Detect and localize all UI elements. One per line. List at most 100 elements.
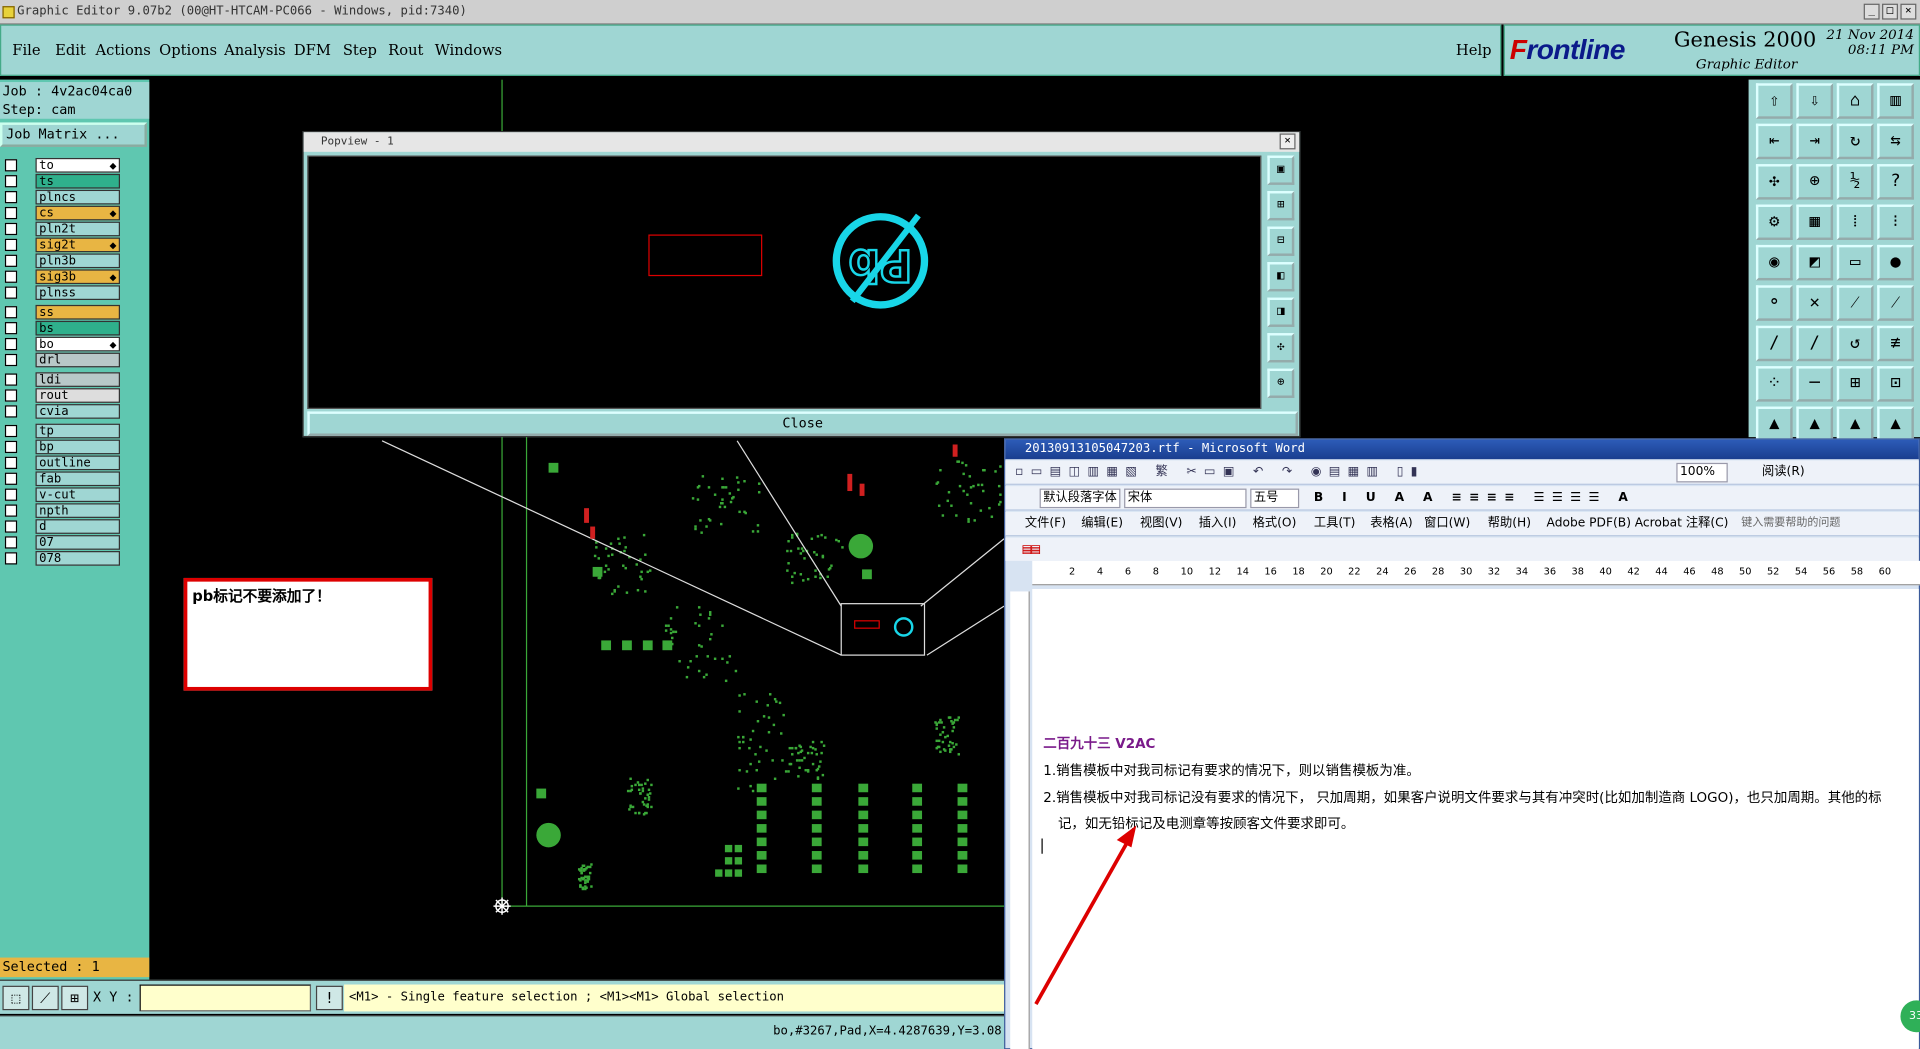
- layer-checkbox[interactable]: [4, 536, 18, 549]
- layer-row-ts[interactable]: ts: [0, 173, 122, 189]
- layer-checkbox[interactable]: [4, 175, 18, 188]
- read-mode-button[interactable]: 阅读(R): [1762, 460, 1805, 484]
- tool-button-15-icon[interactable]: ⁞: [1836, 204, 1874, 241]
- word-menu-item[interactable]: 窗口(W): [1424, 512, 1470, 536]
- layer-row-ss[interactable]: ss: [0, 304, 122, 320]
- layer-name[interactable]: rout: [35, 388, 121, 403]
- tool-button-23-icon[interactable]: ⁄: [1836, 285, 1874, 321]
- layer-name[interactable]: bo ⬥: [35, 336, 121, 352]
- layer-checkbox[interactable]: [4, 322, 18, 335]
- tool-button-27-icon[interactable]: ↺: [1836, 325, 1874, 362]
- popview-center-button[interactable]: ⊕: [1267, 368, 1295, 398]
- layer-row-078[interactable]: 078: [0, 551, 122, 566]
- tool-button-28-icon[interactable]: ≢: [1877, 325, 1914, 362]
- layer-row-d[interactable]: d: [0, 519, 122, 534]
- select-tool-icon[interactable]: ⬚: [2, 985, 30, 1011]
- layer-name[interactable]: ss: [35, 304, 121, 320]
- layer-row-sig2t[interactable]: sig2t ⬥: [0, 237, 122, 253]
- minimize-button[interactable]: _: [1863, 3, 1880, 20]
- grid-tool-icon[interactable]: ⊞: [61, 985, 89, 1011]
- word-menu-item[interactable]: Acrobat 注释(C): [1635, 512, 1729, 536]
- layer-row-pln3b[interactable]: pln3b: [0, 253, 122, 269]
- layer-checkbox[interactable]: [4, 306, 18, 319]
- layer-name[interactable]: d: [35, 519, 121, 534]
- pdf-icon[interactable]: ▤▤: [1022, 540, 1040, 557]
- layer-checkbox[interactable]: [4, 270, 18, 283]
- menu-help[interactable]: Help: [1456, 42, 1492, 59]
- layer-row-v-cut[interactable]: v-cut: [0, 487, 122, 503]
- layer-name[interactable]: npth: [35, 503, 121, 518]
- layer-checkbox[interactable]: [4, 424, 18, 438]
- zoom-select[interactable]: 100%: [1676, 462, 1728, 483]
- menu-rout[interactable]: Rout: [388, 42, 423, 59]
- menu-options[interactable]: Options: [159, 42, 217, 59]
- layer-checkbox[interactable]: [4, 552, 18, 565]
- tool-button-9-icon[interactable]: ✣: [1755, 164, 1793, 200]
- layer-row-sig3b[interactable]: sig3b ⬥: [0, 269, 122, 285]
- tool-button-12-icon[interactable]: ?: [1877, 164, 1914, 200]
- layer-row-outline[interactable]: outline: [0, 455, 122, 471]
- popview-pan-left-button[interactable]: ◧: [1267, 262, 1295, 292]
- menu-windows[interactable]: Windows: [435, 42, 502, 59]
- layer-name[interactable]: ts: [35, 173, 121, 189]
- layer-name[interactable]: fab: [35, 471, 121, 487]
- font-size-select[interactable]: 五号: [1250, 488, 1300, 509]
- layer-checkbox[interactable]: [4, 159, 18, 172]
- tool-button-25-icon[interactable]: ∕: [1755, 325, 1793, 362]
- layer-row-npth[interactable]: npth: [0, 503, 122, 518]
- tool-button-7-icon[interactable]: ↻: [1836, 123, 1874, 160]
- horizontal-ruler[interactable]: 2 4 6 8 10 12 14 16 18 20 22 24 26 28 30 32 34 36 38 40 42 44…: [1032, 560, 1920, 586]
- layer-checkbox[interactable]: [4, 191, 18, 204]
- tool-button-20-icon[interactable]: ●: [1877, 244, 1914, 281]
- tool-button-35-icon[interactable]: ▲: [1836, 406, 1874, 443]
- measure-tool-icon[interactable]: ⟋: [31, 985, 59, 1011]
- word-menu-item[interactable]: 视图(V): [1140, 512, 1182, 536]
- popview-zoom-in-button[interactable]: ⊞: [1267, 191, 1295, 221]
- tool-button-29-icon[interactable]: ⁘: [1755, 366, 1793, 402]
- menu-analysis[interactable]: Analysis: [224, 42, 286, 59]
- layer-checkbox[interactable]: [4, 373, 18, 386]
- layer-name[interactable]: tp: [35, 423, 121, 439]
- tool-button-21-icon[interactable]: ⚬: [1755, 285, 1793, 321]
- tool-button-17-icon[interactable]: ◉: [1755, 244, 1793, 281]
- layer-row-07[interactable]: 07: [0, 535, 122, 550]
- word-menu-item[interactable]: 格式(O): [1253, 512, 1297, 536]
- close-button[interactable]: ×: [1900, 3, 1917, 20]
- layer-name[interactable]: plnss: [35, 285, 121, 301]
- maximize-button[interactable]: □: [1882, 3, 1898, 20]
- layer-name[interactable]: sig2t ⬥: [35, 237, 121, 253]
- tool-button-24-icon[interactable]: ⁄: [1877, 285, 1914, 321]
- layer-row-fab[interactable]: fab: [0, 471, 122, 487]
- word-menu-item[interactable]: Adobe PDF(B): [1547, 512, 1631, 536]
- popview-zoom-out-button[interactable]: ⊟: [1267, 226, 1295, 256]
- tool-button-4-icon[interactable]: ▥: [1877, 83, 1914, 119]
- layer-name[interactable]: cs ⬥: [35, 205, 121, 221]
- popview-fit-all-button[interactable]: ✣: [1267, 333, 1295, 363]
- layer-row-cs[interactable]: cs ⬥: [0, 205, 122, 221]
- tool-button-6-icon[interactable]: ⇥: [1796, 123, 1834, 160]
- tool-button-19-icon[interactable]: ▭: [1836, 244, 1874, 281]
- layer-row-plncs[interactable]: plncs: [0, 189, 122, 205]
- menu-dfm[interactable]: DFM: [294, 42, 331, 59]
- layer-checkbox[interactable]: [4, 353, 18, 367]
- menu-step[interactable]: Step: [343, 42, 377, 59]
- job-matrix-button[interactable]: Job Matrix ...: [0, 122, 147, 147]
- menu-actions[interactable]: Actions: [96, 42, 151, 59]
- layer-row-pln2t[interactable]: pln2t: [0, 221, 122, 237]
- layer-checkbox[interactable]: [4, 238, 18, 252]
- tool-button-10-icon[interactable]: ⊕: [1796, 164, 1834, 200]
- tool-button-18-icon[interactable]: ◩: [1796, 244, 1834, 281]
- tool-button-1-icon[interactable]: ⇧: [1755, 83, 1793, 119]
- layer-checkbox[interactable]: [4, 405, 18, 418]
- layer-name[interactable]: drl: [35, 352, 121, 368]
- layer-name[interactable]: to ⬥: [35, 157, 121, 173]
- layer-row-bo[interactable]: bo ⬥: [0, 336, 122, 352]
- layer-name[interactable]: bp: [35, 439, 121, 455]
- style-select[interactable]: 默认段落字体: [1039, 488, 1121, 509]
- tool-button-8-icon[interactable]: ⇆: [1877, 123, 1914, 160]
- tool-button-31-icon[interactable]: ⊞: [1836, 366, 1874, 402]
- tool-button-30-icon[interactable]: ─: [1796, 366, 1834, 402]
- layer-checkbox[interactable]: [4, 206, 18, 220]
- layer-name[interactable]: pln2t: [35, 221, 121, 237]
- tool-button-2-icon[interactable]: ⇩: [1796, 83, 1834, 119]
